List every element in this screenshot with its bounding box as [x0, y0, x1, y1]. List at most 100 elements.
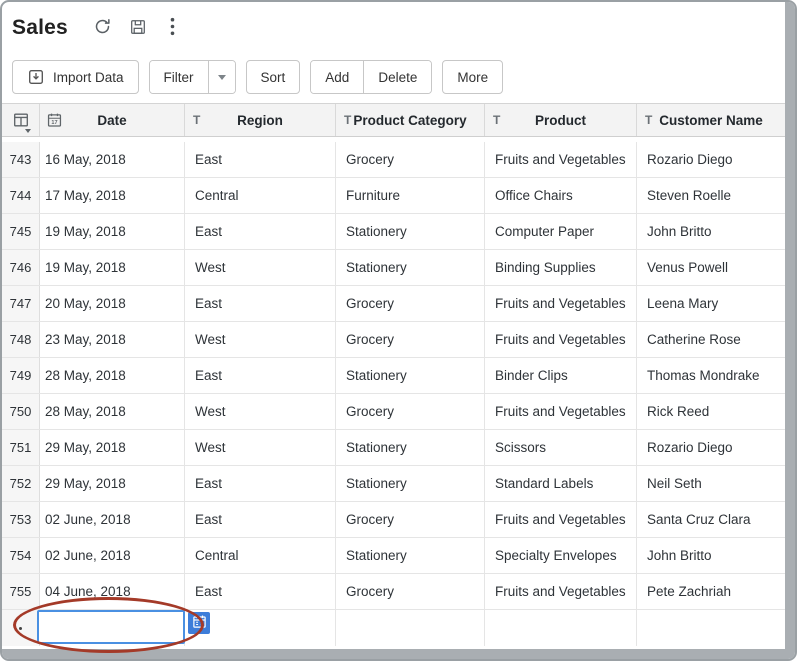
cell-region[interactable]: East — [185, 142, 336, 177]
more-button[interactable]: More — [442, 60, 503, 94]
cell-date[interactable]: 19 May, 2018 — [40, 250, 185, 285]
cell-product[interactable]: Computer Paper — [485, 214, 637, 249]
cell-product[interactable]: Scissors — [485, 430, 637, 465]
cell-region[interactable]: Central — [185, 178, 336, 213]
table-row: 743 16 May, 2018 East Grocery Fruits and… — [2, 142, 785, 178]
cell-product-category[interactable]: Stationery — [336, 214, 485, 249]
cell-date[interactable]: 28 May, 2018 — [40, 358, 185, 393]
cell-customer-name[interactable]: Rozario Diego — [637, 430, 785, 465]
cell-product[interactable]: Fruits and Vegetables — [485, 322, 637, 357]
cell-date[interactable]: 29 May, 2018 — [40, 430, 185, 465]
cell-customer-name[interactable]: Leena Mary — [637, 286, 785, 321]
filter-dropdown-button[interactable] — [208, 61, 235, 93]
column-header-product[interactable]: T Product — [485, 104, 637, 136]
cell-region[interactable]: East — [185, 358, 336, 393]
cell-date[interactable]: 04 June, 2018 — [40, 574, 185, 609]
cell-product-category[interactable]: Grocery — [336, 322, 485, 357]
cell-product[interactable]: Office Chairs — [485, 178, 637, 213]
refresh-button[interactable] — [92, 17, 114, 39]
cell-date[interactable]: 28 May, 2018 — [40, 394, 185, 429]
row-number: 748 — [2, 322, 40, 357]
cell-customer-name[interactable]: Rick Reed — [637, 394, 785, 429]
new-row-cell-category[interactable] — [336, 610, 485, 646]
cell-product-category[interactable]: Grocery — [336, 394, 485, 429]
sort-button[interactable]: Sort — [246, 60, 301, 94]
cell-date[interactable]: 02 June, 2018 — [40, 538, 185, 573]
cell-product-category[interactable]: Stationery — [336, 250, 485, 285]
column-picker-header[interactable] — [2, 104, 40, 136]
cell-region[interactable]: West — [185, 250, 336, 285]
table-body: 743 16 May, 2018 East Grocery Fruits and… — [2, 142, 785, 610]
cell-product[interactable]: Binding Supplies — [485, 250, 637, 285]
cell-region[interactable]: East — [185, 214, 336, 249]
save-icon — [129, 18, 147, 39]
cell-product[interactable]: Standard Labels — [485, 466, 637, 501]
more-menu-button[interactable] — [162, 17, 184, 39]
cell-customer-name[interactable]: John Britto — [637, 538, 785, 573]
table-row: 749 28 May, 2018 East Stationery Binder … — [2, 358, 785, 394]
cell-customer-name[interactable]: Catherine Rose — [637, 322, 785, 357]
column-header-customer-name[interactable]: T Customer Name — [637, 104, 785, 136]
cell-product[interactable]: Fruits and Vegetables — [485, 502, 637, 537]
column-header-region[interactable]: T Region — [185, 104, 336, 136]
cell-date[interactable]: 19 May, 2018 — [40, 214, 185, 249]
new-row-cell-product[interactable] — [485, 610, 637, 646]
cell-product-category[interactable]: Furniture — [336, 178, 485, 213]
delete-button[interactable]: Delete — [363, 61, 431, 93]
cell-product-category[interactable]: Grocery — [336, 142, 485, 177]
column-header-product-category[interactable]: T Product Category — [336, 104, 485, 136]
filter-button[interactable]: Filter — [150, 61, 208, 93]
save-button[interactable] — [127, 17, 149, 39]
cell-region[interactable]: West — [185, 430, 336, 465]
vertical-scrollbar[interactable] — [785, 2, 795, 659]
table-columns-icon — [12, 111, 30, 129]
cell-region[interactable]: East — [185, 502, 336, 537]
calendar-icon: 17 — [46, 112, 63, 129]
add-button[interactable]: Add — [311, 61, 363, 93]
cell-region[interactable]: West — [185, 322, 336, 357]
new-row-date-input[interactable] — [37, 610, 185, 644]
row-number: 747 — [2, 286, 40, 321]
new-row-cell-customer[interactable] — [637, 610, 785, 646]
row-number: 754 — [2, 538, 40, 573]
cell-region[interactable]: East — [185, 466, 336, 501]
cell-product-category[interactable]: Grocery — [336, 574, 485, 609]
cell-customer-name[interactable]: John Britto — [637, 214, 785, 249]
cell-customer-name[interactable]: Venus Powell — [637, 250, 785, 285]
cell-product[interactable]: Specialty Envelopes — [485, 538, 637, 573]
cell-customer-name[interactable]: Pete Zachriah — [637, 574, 785, 609]
cell-date[interactable]: 29 May, 2018 — [40, 466, 185, 501]
row-number: 753 — [2, 502, 40, 537]
horizontal-scrollbar[interactable] — [2, 649, 785, 659]
column-header-date[interactable]: 17 Date — [40, 104, 185, 136]
cell-customer-name[interactable]: Neil Seth — [637, 466, 785, 501]
cell-customer-name[interactable]: Steven Roelle — [637, 178, 785, 213]
cell-product-category[interactable]: Stationery — [336, 358, 485, 393]
cell-region[interactable]: East — [185, 574, 336, 609]
cell-product[interactable]: Binder Clips — [485, 358, 637, 393]
cell-product-category[interactable]: Stationery — [336, 430, 485, 465]
cell-customer-name[interactable]: Santa Cruz Clara — [637, 502, 785, 537]
table-row: 755 04 June, 2018 East Grocery Fruits an… — [2, 574, 785, 610]
title-actions — [92, 17, 184, 39]
import-data-button[interactable]: Import Data — [12, 60, 139, 94]
cell-product[interactable]: Fruits and Vegetables — [485, 574, 637, 609]
cell-region[interactable]: Central — [185, 538, 336, 573]
cell-customer-name[interactable]: Thomas Mondrake — [637, 358, 785, 393]
cell-product[interactable]: Fruits and Vegetables — [485, 394, 637, 429]
cell-customer-name[interactable]: Rozario Diego — [637, 142, 785, 177]
cell-date[interactable]: 20 May, 2018 — [40, 286, 185, 321]
cell-region[interactable]: West — [185, 394, 336, 429]
cell-date[interactable]: 16 May, 2018 — [40, 142, 185, 177]
cell-product-category[interactable]: Stationery — [336, 466, 485, 501]
cell-product-category[interactable]: Stationery — [336, 538, 485, 573]
cell-product-category[interactable]: Grocery — [336, 502, 485, 537]
cell-product[interactable]: Fruits and Vegetables — [485, 286, 637, 321]
cell-product[interactable]: Fruits and Vegetables — [485, 142, 637, 177]
cell-date[interactable]: 23 May, 2018 — [40, 322, 185, 357]
date-picker-button[interactable] — [188, 612, 210, 634]
cell-date[interactable]: 02 June, 2018 — [40, 502, 185, 537]
cell-product-category[interactable]: Grocery — [336, 286, 485, 321]
cell-date[interactable]: 17 May, 2018 — [40, 178, 185, 213]
cell-region[interactable]: East — [185, 286, 336, 321]
